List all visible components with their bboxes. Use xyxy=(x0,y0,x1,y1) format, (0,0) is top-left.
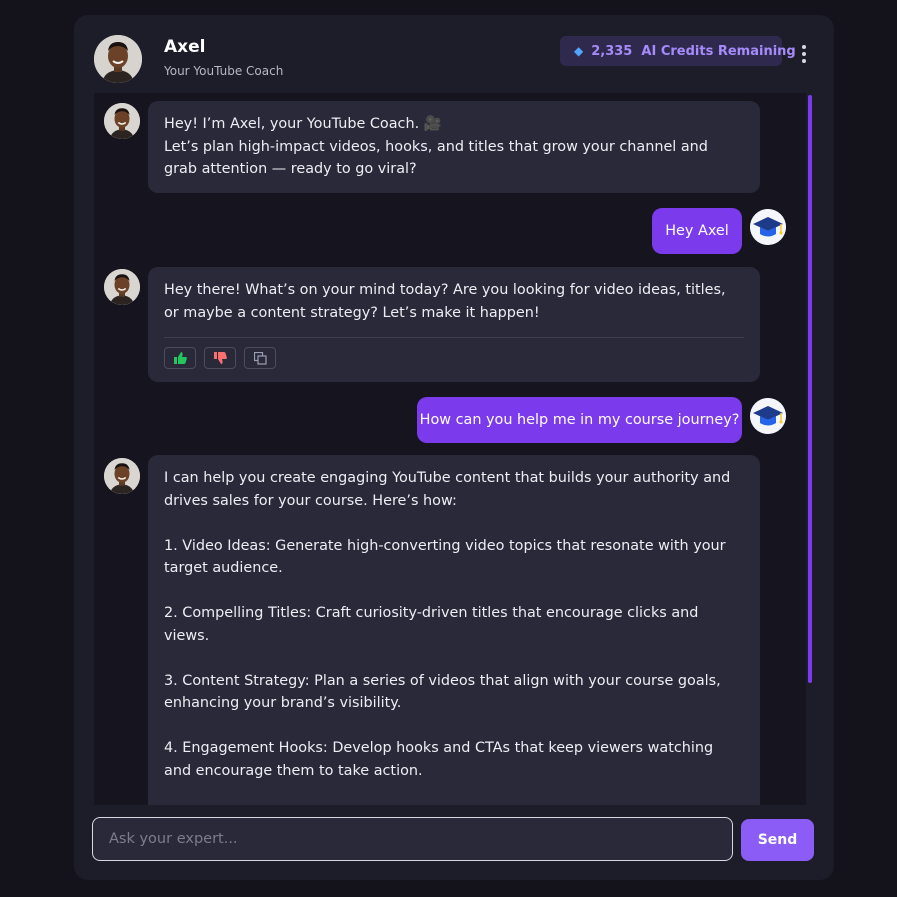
thumbs-down-button[interactable] xyxy=(204,347,236,369)
chat-app: Axel Your YouTube Coach ◆ 2,335 AI Credi… xyxy=(74,15,834,880)
coach-avatar xyxy=(94,35,142,83)
more-options-icon[interactable] xyxy=(796,43,812,65)
feedback-actions xyxy=(164,347,744,369)
credits-label: 2,335 AI Credits Remaining xyxy=(591,43,796,59)
feedback-divider xyxy=(164,337,744,338)
thumbs-down-icon xyxy=(213,352,227,364)
send-button[interactable]: Send xyxy=(741,819,814,861)
coach-subtitle: Your YouTube Coach xyxy=(164,64,284,78)
user-message: Hey Axel xyxy=(652,208,742,254)
bot-avatar xyxy=(104,269,140,305)
thumbs-up-button[interactable] xyxy=(164,347,196,369)
user-avatar xyxy=(750,398,786,434)
bot-avatar xyxy=(104,103,140,139)
user-avatar xyxy=(750,209,786,245)
bot-avatar xyxy=(104,458,140,494)
chat-scrollbar[interactable] xyxy=(808,95,812,683)
message-text: Hey there! What’s on your mind today? Ar… xyxy=(164,282,731,321)
message-text: How can you help me in my course journey… xyxy=(419,412,740,428)
chat-history[interactable]: Hey! I’m Axel, your YouTube Coach. 🎥 Let… xyxy=(94,93,806,805)
credits-badge: ◆ 2,335 AI Credits Remaining xyxy=(560,36,796,66)
message-text: Hey Axel xyxy=(665,223,729,239)
copy-button[interactable] xyxy=(244,347,276,369)
bot-message: Hey! I’m Axel, your YouTube Coach. 🎥 Let… xyxy=(148,101,760,193)
chat-header: Axel Your YouTube Coach ◆ 2,335 AI Credi… xyxy=(74,15,834,95)
bot-message: I can help you create engaging YouTube c… xyxy=(148,455,760,805)
coach-name: Axel xyxy=(164,37,206,57)
message-text: I can help you create engaging YouTube c… xyxy=(164,470,731,779)
gem-icon: ◆ xyxy=(574,44,584,58)
message-text: Hey! I’m Axel, your YouTube Coach. 🎥 Let… xyxy=(164,116,708,177)
bot-message: Hey there! What’s on your mind today? Ar… xyxy=(148,267,760,382)
message-input[interactable] xyxy=(92,817,733,861)
thumbs-up-icon xyxy=(173,352,187,364)
copy-icon xyxy=(253,351,267,365)
user-message: How can you help me in my course journey… xyxy=(417,397,742,443)
